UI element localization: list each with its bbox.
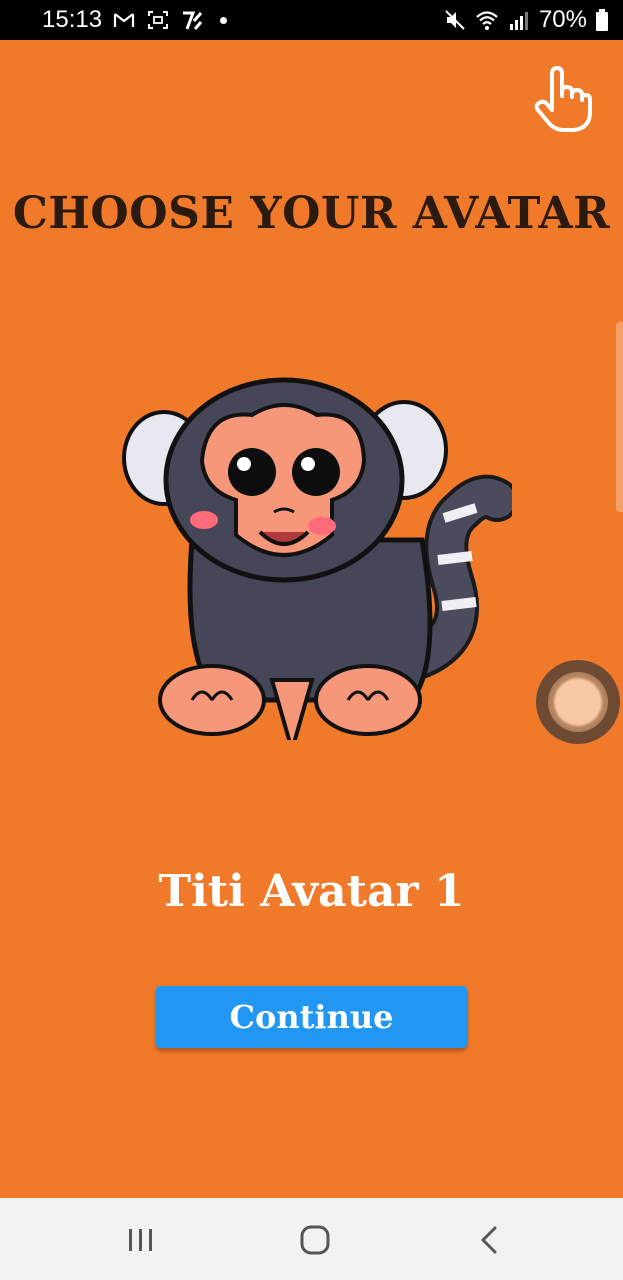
app-notification-icon bbox=[183, 11, 203, 30]
recent-apps-button[interactable] bbox=[116, 1220, 166, 1260]
battery-icon bbox=[596, 9, 608, 31]
status-bar: 15:13 70% bbox=[0, 0, 623, 40]
navigation-bar bbox=[0, 1198, 623, 1280]
assistive-touch-icon bbox=[548, 672, 608, 732]
back-button[interactable] bbox=[464, 1220, 514, 1260]
avatar-name: Titi Avatar 1 bbox=[158, 866, 465, 917]
hand-pointer-icon bbox=[534, 66, 592, 132]
avatar-image[interactable] bbox=[112, 340, 519, 758]
status-left: 15:13 bbox=[42, 6, 228, 34]
signal-icon bbox=[509, 12, 528, 30]
edge-panel-handle[interactable] bbox=[616, 322, 623, 512]
home-icon bbox=[300, 1225, 330, 1255]
dot-icon bbox=[220, 16, 228, 24]
back-icon bbox=[481, 1226, 497, 1254]
screenshot-icon bbox=[148, 11, 169, 29]
status-time: 15:13 bbox=[42, 6, 103, 33]
assistive-touch-button[interactable] bbox=[536, 660, 620, 744]
monkey-avatar-illustration bbox=[122, 377, 519, 758]
continue-button[interactable]: Continue bbox=[156, 986, 467, 1048]
home-button[interactable] bbox=[290, 1220, 340, 1260]
wifi-icon bbox=[476, 11, 498, 30]
mute-icon bbox=[445, 10, 465, 30]
battery-percent: 70% bbox=[538, 6, 587, 33]
recent-apps-icon bbox=[129, 1229, 152, 1251]
gmail-icon bbox=[113, 13, 135, 27]
page-title: CHOOSE YOUR AVATAR bbox=[12, 188, 611, 239]
status-right: 70% bbox=[443, 6, 609, 34]
avatar-selection-screen: CHOOSE YOUR AVATAR Titi Avatar 1 Continu… bbox=[0, 40, 623, 1198]
hand-pointer-button[interactable] bbox=[530, 64, 594, 134]
